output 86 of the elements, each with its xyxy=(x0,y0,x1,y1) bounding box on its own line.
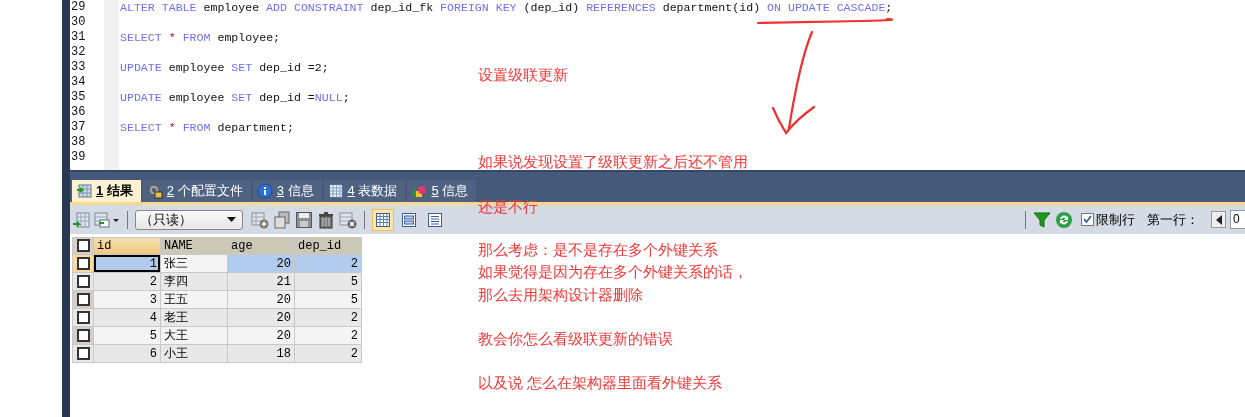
save-icon[interactable] xyxy=(295,210,313,229)
first-row-field[interactable]: 0 xyxy=(1230,210,1245,229)
line-number: 30 xyxy=(71,15,87,30)
code-line: SELECT * FROM department; xyxy=(120,121,294,134)
line-number: 37 xyxy=(71,120,87,135)
gear-icon xyxy=(146,183,163,199)
column-header[interactable]: dep_id xyxy=(295,238,361,254)
table-cell: 5 xyxy=(295,273,361,290)
table-cell: 18 xyxy=(228,345,294,362)
row-checkbox[interactable] xyxy=(76,346,90,360)
refresh-icon[interactable] xyxy=(1055,210,1073,229)
annotation-note: 那么去用架构设计器删除 xyxy=(478,286,643,304)
shapes-icon xyxy=(411,183,428,199)
table-cell: 20 xyxy=(228,291,294,308)
column-header[interactable]: id xyxy=(94,238,160,254)
result-tab[interactable]: 4 表数据 xyxy=(323,180,406,202)
column-header[interactable]: NAME xyxy=(161,238,227,254)
result-tab[interactable]: 3 信息 xyxy=(252,180,322,202)
table-cell: 3 xyxy=(94,291,160,308)
table-cell: 4 xyxy=(94,309,160,326)
caret-icon xyxy=(227,217,236,222)
cancel-icon[interactable] xyxy=(339,210,357,229)
grid-icon xyxy=(76,183,92,199)
table-cell: 20 xyxy=(228,309,294,326)
code-line: SELECT * FROM employee; xyxy=(120,31,281,44)
row-checkbox[interactable] xyxy=(76,328,90,342)
table-cell: 20 xyxy=(228,255,294,272)
line-number: 36 xyxy=(71,105,87,120)
line-number: 34 xyxy=(71,75,87,90)
table-cell: 5 xyxy=(295,291,361,308)
table-cell: 大王 xyxy=(161,327,227,344)
annotation-note: 以及说 怎么在架构器里面看外键关系 xyxy=(478,374,723,392)
import-rows-icon[interactable] xyxy=(72,210,90,229)
annotation-note: 还是不行 xyxy=(478,198,538,216)
annotation-note: 设置级联更新 xyxy=(478,66,568,84)
table-cell: 小王 xyxy=(161,345,227,362)
grid-view-button[interactable] xyxy=(372,208,394,231)
annotation-note: 教会你怎么看级联更新的错误 xyxy=(478,330,673,348)
mode-select[interactable]: （只读） xyxy=(135,209,243,230)
table-cell: 王五 xyxy=(161,291,227,308)
line-number: 38 xyxy=(71,135,87,150)
result-tab[interactable]: 2 个配置文件 xyxy=(142,180,251,202)
table-cell: 20 xyxy=(228,327,294,344)
line-number: 35 xyxy=(71,90,87,105)
info-icon xyxy=(256,183,273,199)
row-checkbox[interactable] xyxy=(76,274,90,288)
row-checkbox[interactable] xyxy=(76,292,90,306)
line-number: 29 xyxy=(71,0,87,15)
export-dropdown-icon[interactable] xyxy=(94,210,120,229)
code-line: UPDATE employee SET dep_id =2; xyxy=(120,61,329,74)
table-cell: 2 xyxy=(295,327,361,344)
select-all-checkbox[interactable] xyxy=(76,239,90,253)
limit-rows-checkbox[interactable]: 限制行 xyxy=(1081,210,1135,229)
table-cell: 张三 xyxy=(161,255,227,272)
duplicate-icon[interactable] xyxy=(273,210,291,229)
first-row-label: 第一行： xyxy=(1147,210,1199,229)
table-cell: 5 xyxy=(94,327,160,344)
annotation-note: 那么考虑：是不是存在多个外键关系 xyxy=(478,241,718,259)
previous-button[interactable] xyxy=(1211,211,1226,228)
table-cell: 21 xyxy=(228,273,294,290)
table-cell: 2 xyxy=(295,309,361,326)
table-cell: 2 xyxy=(295,255,361,272)
delete-icon[interactable] xyxy=(317,210,335,229)
code-line: ALTER TABLE employee ADD CONSTRAINT dep_id_fk FOREIGN KEY (dep_id) REFERENCES department(id) ON UPDATE CASCADE; xyxy=(120,1,893,14)
filter-icon[interactable] xyxy=(1033,210,1051,229)
code-line: UPDATE employee SET dep_id =NULL; xyxy=(120,91,350,104)
line-number: 33 xyxy=(71,60,87,75)
annotation-note: 如果说发现设置了级联更新之后还不管用 xyxy=(478,153,748,171)
line-number: 39 xyxy=(71,150,87,165)
table-cell: 李四 xyxy=(161,273,227,290)
annotation-note: 如果觉得是因为存在多个外键关系的话， xyxy=(478,263,748,281)
line-number: 32 xyxy=(71,45,87,60)
table-cell: 2 xyxy=(295,345,361,362)
result-tab[interactable]: 5 信息 xyxy=(407,180,477,202)
left-arrow-icon xyxy=(1215,214,1222,225)
table-cell: 6 xyxy=(94,345,160,362)
line-number: 31 xyxy=(71,30,87,45)
column-header[interactable]: age xyxy=(228,238,294,254)
row-checkbox[interactable] xyxy=(76,310,90,324)
result-tab[interactable]: 1 结果 xyxy=(72,180,141,202)
add-row-icon[interactable] xyxy=(251,210,269,229)
table-cell: 1 xyxy=(94,255,160,272)
table-icon xyxy=(327,183,344,199)
table-cell: 2 xyxy=(94,273,160,290)
table-cell: 老王 xyxy=(161,309,227,326)
row-checkbox[interactable] xyxy=(76,256,90,270)
